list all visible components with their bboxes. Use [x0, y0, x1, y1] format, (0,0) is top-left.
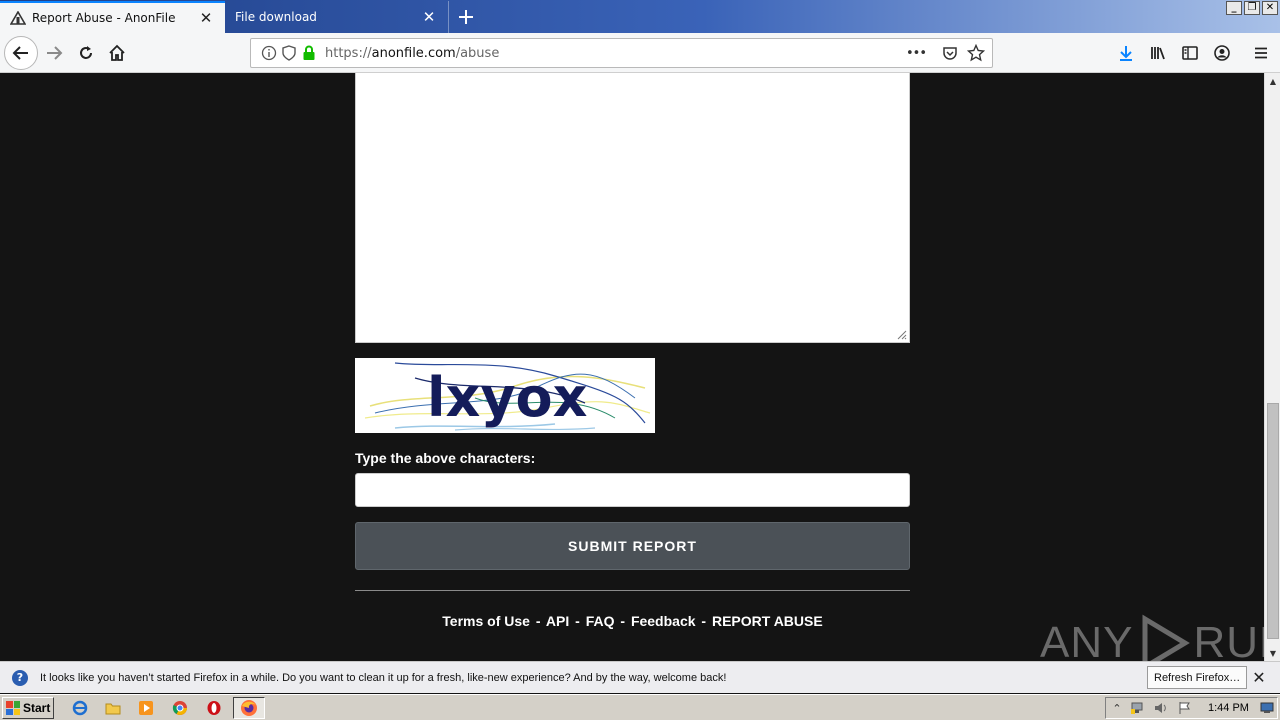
page-content: lxyox Type the above characters: SUBMIT …: [0, 73, 1280, 672]
url-host: anonfile.com: [371, 45, 456, 61]
url-text: https://anonfile.com/abuse: [325, 46, 906, 61]
captcha-image: lxyox: [355, 358, 655, 433]
footer-link-faq[interactable]: FAQ: [586, 613, 615, 629]
network-icon[interactable]: [1130, 701, 1144, 715]
tab-title: Report Abuse - AnonFile: [32, 11, 176, 25]
tab-close-icon[interactable]: ✕: [197, 9, 215, 27]
media-player-icon[interactable]: [137, 699, 155, 717]
tab-title: File download: [235, 10, 317, 24]
anonfile-favicon-icon: [10, 10, 26, 26]
close-window-button[interactable]: ✕: [1262, 1, 1278, 15]
refresh-firefox-button[interactable]: Refresh Firefox…: [1147, 666, 1248, 689]
url-scheme: https://: [325, 45, 372, 61]
restore-button[interactable]: ❐: [1244, 1, 1260, 15]
bookmark-star-icon[interactable]: [966, 43, 986, 63]
lock-icon[interactable]: [299, 43, 319, 63]
refresh-firefox-notification: ? It looks like you haven’t started Fire…: [0, 661, 1280, 693]
footer-link-terms[interactable]: Terms of Use: [442, 613, 530, 629]
tray-expand-icon[interactable]: ⌃: [1110, 701, 1124, 715]
taskbar-firefox-active[interactable]: [233, 697, 265, 719]
show-desktop-icon[interactable]: [1260, 701, 1274, 715]
scroll-up-arrow-icon[interactable]: ▲: [1265, 73, 1280, 89]
system-tray: ⌃ 1:44 PM: [1105, 697, 1278, 719]
tab-close-icon[interactable]: ✕: [420, 8, 438, 26]
url-bar[interactable]: https://anonfile.com/abuse •••: [250, 38, 993, 68]
pocket-icon[interactable]: [940, 43, 960, 63]
sidebar-icon[interactable]: [1174, 37, 1206, 69]
clock[interactable]: 1:44 PM: [1208, 702, 1249, 714]
footer-separator: -: [701, 613, 707, 629]
submit-report-button[interactable]: SUBMIT REPORT: [355, 522, 910, 570]
footer-link-report-abuse[interactable]: REPORT ABUSE: [712, 613, 823, 629]
page-scrollbar[interactable]: ▲ ▼: [1264, 73, 1280, 661]
start-button[interactable]: Start: [2, 697, 54, 719]
opera-icon[interactable]: [205, 699, 223, 717]
account-icon[interactable]: [1206, 37, 1238, 69]
scroll-thumb[interactable]: [1267, 403, 1279, 639]
windows-taskbar: Start ⌃ 1:44 PM: [0, 694, 1280, 720]
footer-separator: -: [575, 613, 580, 629]
page-actions-icon[interactable]: •••: [906, 46, 927, 61]
footer-separator: -: [535, 613, 541, 629]
minimize-button[interactable]: _: [1226, 1, 1242, 15]
firefox-icon: [240, 699, 258, 717]
folder-icon[interactable]: [104, 699, 122, 717]
navigation-toolbar: https://anonfile.com/abuse •••: [0, 33, 1280, 73]
home-icon[interactable]: [101, 37, 133, 69]
reload-icon[interactable]: [70, 37, 102, 69]
tab-report-abuse[interactable]: Report Abuse - AnonFile ✕: [0, 1, 225, 33]
report-details-textarea[interactable]: [355, 73, 910, 343]
tab-file-download[interactable]: File download ✕: [225, 1, 449, 33]
volume-icon[interactable]: [1154, 701, 1168, 715]
internet-explorer-icon[interactable]: [71, 699, 89, 717]
hamburger-menu-icon[interactable]: [1245, 37, 1277, 69]
footer-links: Terms of Use - API - FAQ - Feedback - RE…: [355, 613, 910, 629]
windows-logo-icon: [6, 701, 20, 715]
footer-link-feedback[interactable]: Feedback: [631, 613, 696, 629]
tab-strip: Report Abuse - AnonFile ✕ File download …: [0, 0, 1280, 33]
captcha-characters: lxyox: [427, 366, 588, 429]
question-icon: ?: [12, 669, 28, 686]
footer-link-api[interactable]: API: [546, 613, 569, 629]
new-tab-plus-icon[interactable]: [452, 4, 480, 30]
footer-separator: -: [620, 613, 626, 629]
captcha-label: Type the above characters:: [355, 450, 536, 466]
scroll-down-arrow-icon[interactable]: ▼: [1265, 645, 1280, 661]
footer-divider: [355, 590, 910, 591]
site-info-icon[interactable]: [259, 43, 279, 63]
url-path: /abuse: [455, 45, 500, 61]
tracking-shield-icon[interactable]: [279, 43, 299, 63]
action-center-flag-icon[interactable]: [1178, 701, 1192, 715]
notification-message: It looks like you haven’t started Firefo…: [40, 671, 727, 684]
downloads-icon[interactable]: [1110, 37, 1142, 69]
start-label: Start: [23, 701, 51, 715]
chrome-icon[interactable]: [171, 699, 189, 717]
captcha-input[interactable]: [355, 473, 910, 507]
library-icon[interactable]: [1142, 37, 1174, 69]
forward-arrow-icon[interactable]: [38, 37, 70, 69]
window-controls: _ ❐ ✕: [1226, 1, 1278, 15]
resize-grip-icon[interactable]: [895, 328, 907, 340]
notification-close-icon[interactable]: ✕: [1250, 668, 1268, 687]
back-arrow-icon[interactable]: [4, 36, 38, 70]
